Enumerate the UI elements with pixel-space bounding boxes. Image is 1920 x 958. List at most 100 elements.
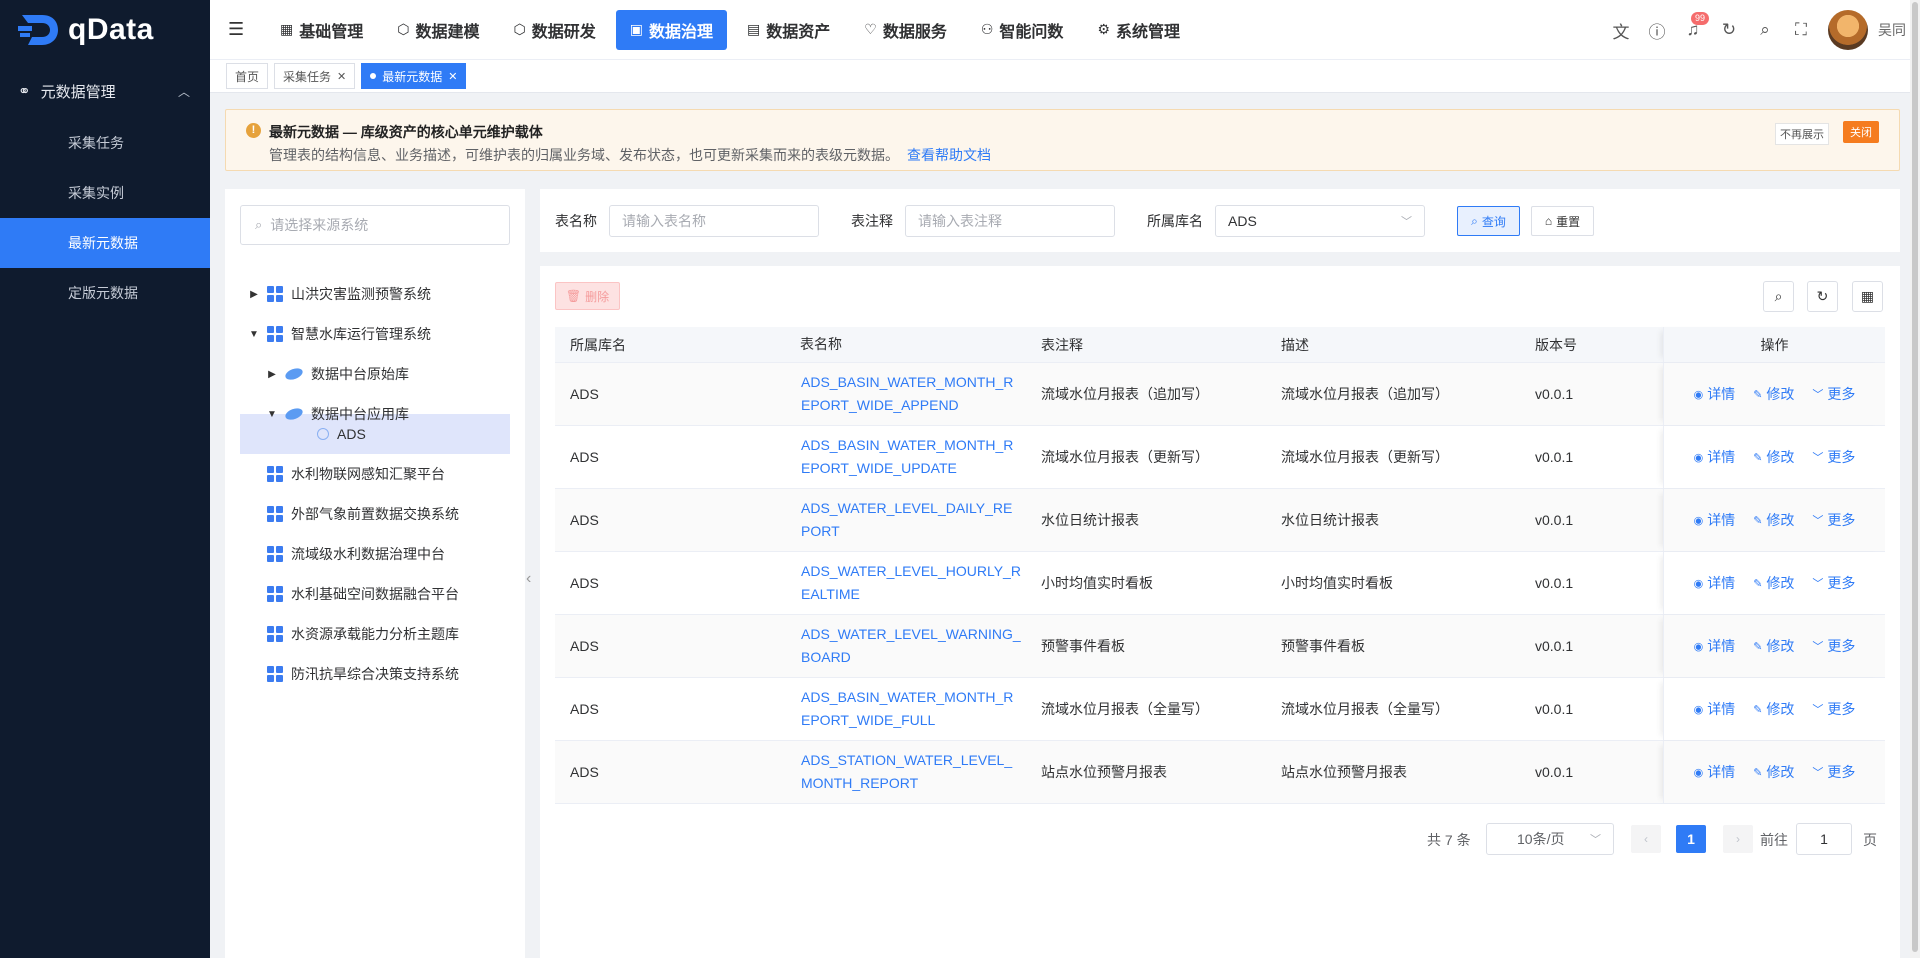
nav-data-governance[interactable]: ▣ 数据治理 <box>615 9 727 50</box>
help-icon[interactable]: ⓘ <box>1648 18 1666 43</box>
column-settings-button[interactable]: ▦ <box>1852 281 1883 312</box>
nav-data-modeling[interactable]: ⬡ 数据建模 <box>383 10 493 50</box>
menu-fold-icon[interactable]: ☰ <box>228 19 244 40</box>
caret-down-icon[interactable]: ▼ <box>249 329 259 340</box>
more-button[interactable]: ﹀ 更多 <box>1812 762 1855 782</box>
tree-node-ads[interactable]: ADS <box>317 414 366 454</box>
tab-home[interactable]: 首页 <box>226 63 269 89</box>
edit-button[interactable]: ✎ 修改 <box>1753 699 1794 719</box>
detail-button[interactable]: ◉ 详情 <box>1694 573 1736 593</box>
tree-node[interactable]: 外部气象前置数据交换系统 <box>267 494 459 534</box>
fullscreen-icon[interactable]: ⛶ <box>1792 20 1810 40</box>
refresh-button[interactable]: ↻ <box>1807 281 1838 312</box>
prev-page-button[interactable]: ‹ <box>1631 825 1661 853</box>
nav-system-management[interactable]: ⚙ 系统管理 <box>1083 10 1194 50</box>
tree-node[interactable]: 水利物联网感知汇聚平台 <box>267 454 445 494</box>
more-button[interactable]: ﹀ 更多 <box>1812 573 1855 593</box>
table-name-input[interactable]: 请输入表名称 <box>609 205 819 237</box>
tree-node[interactable]: 防汛抗旱综合决策支持系统 <box>267 654 459 694</box>
detail-button[interactable]: ◉ 详情 <box>1694 510 1736 530</box>
more-button[interactable]: ﹀ 更多 <box>1812 699 1855 719</box>
detail-label: 详情 <box>1707 449 1736 465</box>
sidebar-item-collect-task[interactable]: 采集任务 <box>0 118 210 168</box>
edit-label: 修改 <box>1766 764 1795 780</box>
cell-table-name-link[interactable]: ADS_WATER_LEVEL_HOURLY_REALTIME <box>801 560 1021 606</box>
shield-icon: ▣ <box>629 21 643 37</box>
username[interactable]: 吴同 <box>1878 20 1906 40</box>
tree-node[interactable]: 水利基础空间数据融合平台 <box>267 574 459 614</box>
tree-node[interactable]: ▶ 数据中台原始库 <box>267 354 409 394</box>
search-icon[interactable]: ⌕ <box>1756 20 1774 40</box>
edit-button[interactable]: ✎ 修改 <box>1753 762 1794 782</box>
scrollbar-thumb[interactable] <box>1912 2 1918 952</box>
page-scrollbar[interactable] <box>1910 0 1920 958</box>
sidebar-item-collect-instance[interactable]: 采集实例 <box>0 168 210 218</box>
nav-data-development[interactable]: ⬡ 数据研发 <box>500 10 610 50</box>
tree-node[interactable]: ▼ 智慧水库运行管理系统 <box>249 314 431 354</box>
edit-button[interactable]: ✎ 修改 <box>1753 384 1794 404</box>
collapse-panel-icon[interactable]: ‹ <box>526 570 531 588</box>
tree-search-input[interactable]: ⌕ 请选择来源系统 <box>240 205 510 245</box>
cell-table-name-link[interactable]: ADS_STATION_WATER_LEVEL_MONTH_REPORT <box>801 749 1021 795</box>
edit-button[interactable]: ✎ 修改 <box>1753 636 1794 656</box>
cell-description: 站点水位预警月报表 <box>1281 764 1407 780</box>
logo[interactable]: qData <box>0 0 210 60</box>
edit-button[interactable]: ✎ 修改 <box>1753 573 1794 593</box>
page-number-current[interactable]: 1 <box>1676 825 1706 853</box>
help-doc-link[interactable]: 查看帮助文档 <box>907 147 991 163</box>
tree-node[interactable]: 水资源承载能力分析主题库 <box>267 614 459 654</box>
cell-table-name-link[interactable]: ADS_BASIN_WATER_MONTH_REPORT_WIDE_UPDATE <box>801 434 1021 480</box>
cell-table-name-link[interactable]: ADS_WATER_LEVEL_DAILY_REPORT <box>801 497 1021 543</box>
cell-table-name-link[interactable]: ADS_BASIN_WATER_MONTH_REPORT_WIDE_FULL <box>801 686 1021 732</box>
cell-actions: ◉ 详情 ✎ 修改 ﹀ 更多 <box>1663 552 1885 614</box>
delete-button[interactable]: 🗑 删除 <box>555 282 620 310</box>
edit-button[interactable]: ✎ 修改 <box>1753 510 1794 530</box>
close-icon[interactable]: ✕ <box>448 70 457 83</box>
cell-table-name-link[interactable]: ADS_WATER_LEVEL_WARNING_BOARD <box>801 623 1021 669</box>
caret-right-icon[interactable]: ▶ <box>267 369 277 380</box>
sidebar-item-latest-metadata[interactable]: 最新元数据 <box>0 218 210 268</box>
goto-page-input[interactable]: 1 <box>1796 823 1852 855</box>
tree-node[interactable]: 流域级水利数据治理中台 <box>267 534 445 574</box>
translate-icon[interactable]: 文 <box>1612 18 1630 43</box>
next-page-button[interactable]: › <box>1723 825 1753 853</box>
chevron-down-icon: ﹀ <box>1812 452 1824 464</box>
alert-close-button[interactable]: 关闭 <box>1843 121 1879 143</box>
tab-latest-metadata[interactable]: 最新元数据 ✕ <box>361 63 467 89</box>
reset-button[interactable]: ⌂ 重置 <box>1531 206 1594 236</box>
caret-down-icon[interactable]: ▼ <box>267 409 277 420</box>
more-button[interactable]: ﹀ 更多 <box>1812 447 1855 467</box>
more-button[interactable]: ﹀ 更多 <box>1812 636 1855 656</box>
sidebar-group-metadata[interactable]: ⚭ 元数据管理 ︿ <box>0 64 210 118</box>
detail-button[interactable]: ◉ 详情 <box>1694 762 1736 782</box>
nav-data-service[interactable]: ♡ 数据服务 <box>850 10 961 50</box>
col-header: 版本号 <box>1535 336 1577 353</box>
detail-button[interactable]: ◉ 详情 <box>1694 447 1736 467</box>
db-name-select[interactable]: ADS ﹀ <box>1215 205 1425 237</box>
caret-right-icon[interactable]: ▶ <box>249 289 259 300</box>
nav-label: 数据研发 <box>531 23 596 41</box>
nav-smart-query[interactable]: ⚇ 智能问数 <box>967 10 1078 50</box>
cell-table-name-link[interactable]: ADS_BASIN_WATER_MONTH_REPORT_WIDE_APPEND <box>801 371 1021 417</box>
edit-button[interactable]: ✎ 修改 <box>1753 447 1794 467</box>
detail-button[interactable]: ◉ 详情 <box>1694 699 1736 719</box>
dont-show-again-button[interactable]: 不再展示 <box>1775 123 1829 145</box>
sidebar-item-final-metadata[interactable]: 定版元数据 <box>0 268 210 318</box>
tab-collect-task[interactable]: 采集任务 ✕ <box>274 63 356 89</box>
more-button[interactable]: ﹀ 更多 <box>1812 384 1855 404</box>
detail-button[interactable]: ◉ 详情 <box>1694 636 1736 656</box>
refresh-icon[interactable]: ↻ <box>1720 20 1738 40</box>
table-comment-input[interactable]: 请输入表注释 <box>905 205 1115 237</box>
query-button[interactable]: ⌕ 查询 <box>1457 206 1520 236</box>
toggle-search-button[interactable]: ⌕ <box>1763 281 1794 312</box>
avatar[interactable] <box>1828 10 1868 50</box>
detail-button[interactable]: ◉ 详情 <box>1694 384 1736 404</box>
close-icon[interactable]: ✕ <box>337 70 346 83</box>
more-button[interactable]: ﹀ 更多 <box>1812 510 1855 530</box>
nav-data-assets[interactable]: ▤ 数据资产 <box>733 10 844 50</box>
cell-version: v0.0.1 <box>1535 701 1574 717</box>
tree-node[interactable]: ▶ 山洪灾害监测预警系统 <box>249 274 431 314</box>
page-size-select[interactable]: 10条/页 ﹀ <box>1486 823 1614 855</box>
bell-icon[interactable]: ♫ 99 <box>1684 12 1710 40</box>
nav-basic-management[interactable]: ▦ 基础管理 <box>266 10 377 50</box>
